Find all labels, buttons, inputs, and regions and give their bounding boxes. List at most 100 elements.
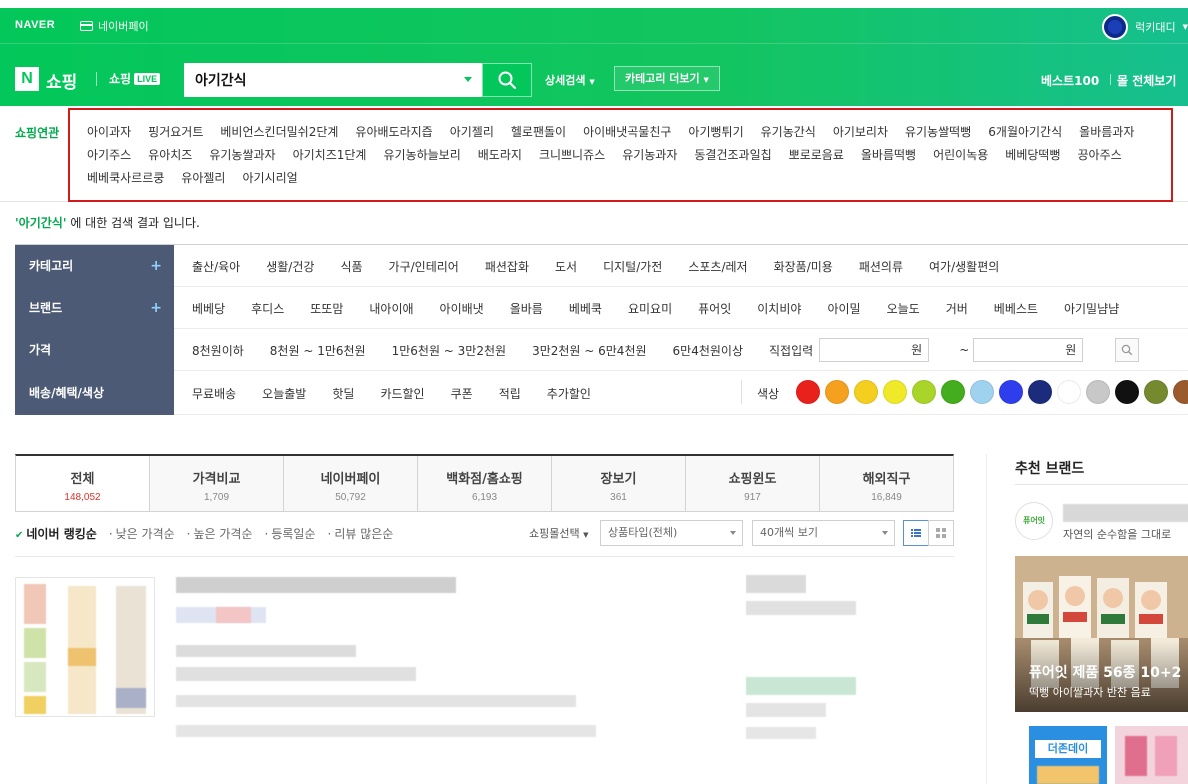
category-filter-item[interactable]: 생활/건강 [266,258,314,275]
brand-filter-item[interactable]: 아기밀냠냠 [1064,300,1119,317]
brand-filter-item[interactable]: 요미요미 [628,300,672,317]
price-min-input[interactable]: 원 [819,338,930,362]
brand-filter-item[interactable]: 베베당 [192,300,225,317]
related-keyword-link[interactable]: 아기젤리 [450,124,494,141]
price-range-item[interactable]: 1만6천원 ~ 3만2천원 [392,342,506,359]
list-view-button[interactable] [903,520,929,546]
brand-logo[interactable]: 퓨어잇 [1015,502,1053,540]
delivery-filter-item[interactable]: 추가할인 [547,385,591,402]
price-range-item[interactable]: 6만4천원이상 [673,342,743,359]
product-item[interactable] [15,556,954,784]
brand-filter-item[interactable]: 아이밀 [827,300,860,317]
delivery-filter-item[interactable]: 무료배송 [192,385,236,402]
color-swatch[interactable] [1057,380,1081,404]
product-thumbnail[interactable] [15,577,155,717]
all-malls-link[interactable]: 몰 전체보기 [1117,72,1176,89]
category-filter-item[interactable]: 여가/생활편의 [929,258,999,275]
color-swatch[interactable] [941,380,965,404]
result-tab[interactable]: 해외직구 16,849 [820,456,953,511]
plus-icon[interactable]: + [150,287,162,329]
sort-ranking[interactable]: 네이버 랭킹순 [15,525,96,542]
related-keyword-link[interactable]: 유기농쌀과자 [209,147,275,164]
naver-n-logo[interactable]: N [15,67,39,91]
color-swatch[interactable] [912,380,936,404]
related-keyword-link[interactable]: 뽀로로음료 [789,147,844,164]
related-keyword-link[interactable]: 베베쿡사르르쿵 [87,170,164,187]
related-keyword-link[interactable]: 어린이녹용 [933,147,988,164]
category-filter-item[interactable]: 패션의류 [859,258,903,275]
color-swatch[interactable] [970,380,994,404]
brand-filter-item[interactable]: 거버 [946,300,968,317]
result-tab[interactable]: 전체 148,052 [16,456,150,511]
related-keyword-link[interactable]: 올바름과자 [1079,124,1134,141]
delivery-filter-item[interactable]: 쿠폰 [451,385,473,402]
related-keyword-link[interactable]: 아기주스 [87,147,131,164]
related-keyword-link[interactable]: 유기농하늘보리 [383,147,460,164]
sort-reviews[interactable]: 리뷰 많은순 [328,525,393,542]
color-swatch[interactable] [1028,380,1052,404]
delivery-filter-item[interactable]: 핫딜 [332,385,354,402]
delivery-filter-item[interactable]: 적립 [499,385,521,402]
related-keyword-link[interactable]: 유아젤리 [181,170,225,187]
category-filter-item[interactable]: 도서 [555,258,577,275]
per-page-select[interactable]: 40개씩 보기 [752,520,895,546]
related-keyword-link[interactable]: 유기농과자 [622,147,677,164]
related-keyword-link[interactable]: 아기치즈1단계 [293,147,367,164]
delivery-filter-item[interactable]: 카드할인 [380,385,424,402]
shopping-logo[interactable]: 쇼핑 [46,68,77,93]
color-swatch[interactable] [1115,380,1139,404]
related-keyword-link[interactable]: 아기보리차 [833,124,888,141]
result-tab[interactable]: 쇼핑윈도 917 [686,456,820,511]
sort-low-price[interactable]: 낮은 가격순 [109,525,175,542]
result-tab[interactable]: 백화점/홈쇼핑 6,193 [418,456,552,511]
detail-search-button[interactable]: 상세검색 ▼ [545,72,595,88]
result-tab[interactable]: 네이버페이 50,792 [284,456,418,511]
filter-head-brand[interactable]: 브랜드 + [15,287,174,329]
brand-filter-item[interactable]: 베베쿡 [569,300,602,317]
related-keyword-link[interactable]: 크니쁘니쥬스 [539,147,605,164]
user-menu[interactable]: 럭키대디 ▼ [1102,14,1188,40]
brand-filter-item[interactable]: 퓨어잇 [698,300,731,317]
category-more-button[interactable]: 카테고리 더보기 ▼ [614,66,720,91]
related-keyword-link[interactable]: 유기농간식 [761,124,816,141]
color-swatch[interactable] [1086,380,1110,404]
related-keyword-link[interactable]: 베베당떡뻥 [1005,147,1060,164]
color-swatch[interactable] [1144,380,1168,404]
sort-registered[interactable]: 등록일순 [265,525,315,542]
related-keyword-link[interactable]: 유아치즈 [148,147,192,164]
category-filter-item[interactable]: 디지털/가전 [603,258,662,275]
mall-select-button[interactable]: 쇼핑몰선택 ▼ [529,525,589,541]
related-keyword-link[interactable]: 아이과자 [87,124,131,141]
brand-filter-item[interactable]: 베베스트 [994,300,1038,317]
color-swatch[interactable] [854,380,878,404]
color-swatch[interactable] [1173,380,1188,404]
color-swatch[interactable] [999,380,1023,404]
price-search-button[interactable] [1115,338,1140,362]
color-swatch[interactable] [825,380,849,404]
category-filter-item[interactable]: 스포츠/레저 [688,258,747,275]
search-history-dropdown-icon[interactable] [464,77,472,82]
search-button[interactable] [482,63,532,97]
brand-filter-item[interactable]: 후디스 [251,300,284,317]
category-filter-item[interactable]: 화장품/미용 [774,258,833,275]
category-filter-item[interactable]: 패션잡화 [485,258,529,275]
naver-pay-link[interactable]: 네이버페이 [80,18,149,34]
related-keyword-link[interactable]: 아기뻥튀기 [688,124,743,141]
related-keyword-link[interactable]: 유아배도라지즙 [355,124,432,141]
related-keyword-link[interactable]: 핑거요거트 [148,124,203,141]
result-tab[interactable]: 장보기 361 [552,456,686,511]
related-keyword-link[interactable]: 끙아주스 [1077,147,1121,164]
category-filter-item[interactable]: 출산/육아 [192,258,240,275]
brand-filter-item[interactable]: 이치비야 [757,300,801,317]
related-keyword-link[interactable]: 배도라지 [478,147,522,164]
related-keyword-link[interactable]: 동결건조과일칩 [694,147,771,164]
price-range-item[interactable]: 3만2천원 ~ 6만4천원 [532,342,646,359]
related-keyword-link[interactable]: 베비언스킨더밀쉬2단계 [220,124,338,141]
related-keyword-link[interactable]: 올바름떡뻥 [861,147,916,164]
filter-head-category[interactable]: 카테고리 + [15,245,174,287]
promo-card[interactable] [1115,726,1188,784]
category-filter-item[interactable]: 식품 [340,258,362,275]
color-swatch[interactable] [883,380,907,404]
price-max-input[interactable]: 원 [973,338,1084,362]
related-keyword-link[interactable]: 아기시리얼 [242,170,297,187]
